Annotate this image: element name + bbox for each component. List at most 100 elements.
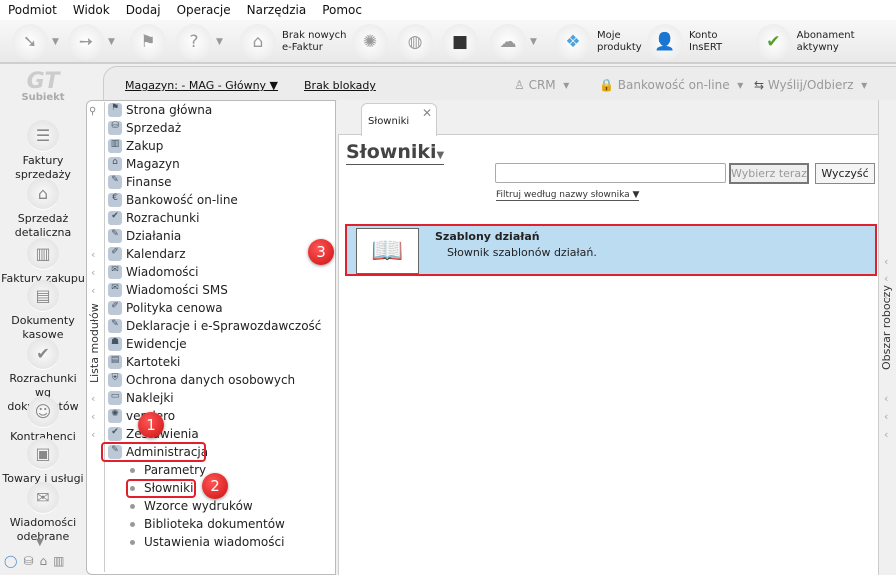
module-item[interactable]: ⌂ Magazyn	[108, 155, 180, 173]
search-input[interactable]	[495, 163, 726, 183]
module-item[interactable]: ▤ Kartoteki	[108, 353, 180, 371]
sync-button[interactable]: ✺	[352, 24, 388, 60]
banking-button[interactable]: 🔒 Bankowość on-line ▾	[599, 78, 743, 92]
module-list-label[interactable]: Lista modułów	[88, 303, 101, 383]
nav-wiadomosci[interactable]: ✉ Wiadomości odebrane	[0, 482, 86, 544]
submodule-item[interactable]: Parametry	[130, 461, 206, 479]
submodule-item[interactable]: Wzorce wydruków	[130, 497, 253, 515]
module-item[interactable]: ⚑ Strona główna	[108, 101, 212, 119]
message-icon: ✉	[27, 482, 59, 514]
module-icon: ⚑	[108, 103, 122, 117]
nav-towary[interactable]: ▣ Towary i usługi	[0, 438, 86, 486]
subscription-button[interactable]: ✔ Abonament aktywny	[756, 24, 896, 60]
module-item[interactable]: ⛁ Sprzedaż	[108, 119, 181, 137]
basket-icon[interactable]: ⌂	[40, 554, 48, 568]
submodule-item[interactable]: Biblioteka dokumentów	[130, 515, 285, 533]
nav-dokumenty-kasowe[interactable]: ▤ Dokumenty kasowe	[0, 280, 86, 342]
module-item[interactable]: ⛨ Ochrona danych osobowych	[108, 371, 295, 389]
module-item[interactable]: € Bankowość on-line	[108, 191, 238, 209]
crm-button[interactable]: ♙ CRM ▾	[514, 78, 569, 92]
module-label: Bankowość on-line	[126, 193, 238, 207]
docs-icon[interactable]: ▥	[53, 554, 64, 568]
module-item[interactable]: ✎ Działania	[108, 227, 181, 245]
ksef-button[interactable]: ⌂ Brak nowych e-Faktur	[240, 24, 346, 60]
module-item[interactable]: ▭ Naklejki	[108, 389, 174, 407]
expand-chevron-icon[interactable]: ‹	[884, 290, 888, 303]
module-item[interactable]: ✐ Polityka cenowa	[108, 299, 223, 317]
pin-icon[interactable]: ⚲	[89, 106, 96, 117]
annotation-box-slowniki	[126, 479, 196, 498]
module-label: Działania	[126, 229, 182, 243]
circle-icon[interactable]: ◯	[4, 554, 17, 568]
back-button[interactable]: ➘ ▼	[12, 24, 59, 60]
products-label: Moje	[597, 30, 621, 41]
scroll-down-icon[interactable]: ▼	[36, 537, 44, 548]
module-icon: ✐	[108, 301, 122, 315]
module-icon: ▥	[108, 139, 122, 153]
nav-faktury-sprzedazy[interactable]: ☰ Faktury sprzedaży	[0, 120, 86, 182]
module-item[interactable]: ✐ Kalendarz	[108, 245, 186, 263]
module-label: Naklejki	[126, 391, 174, 405]
menu-operacje[interactable]: Operacje	[169, 0, 239, 20]
page-title[interactable]: Słowniki▼	[346, 141, 445, 165]
expand-chevron-icon[interactable]: ‹	[884, 428, 888, 441]
expand-chevron-icon[interactable]: ‹	[884, 410, 888, 423]
nav-kontrahenci[interactable]: ☺ Kontrahenci	[0, 396, 86, 444]
module-item[interactable]: ✎ Finanse	[108, 173, 172, 191]
box-button[interactable]: ■	[442, 24, 478, 60]
account-label-2: InsERT	[689, 42, 723, 53]
menu-widok[interactable]: Widok	[65, 0, 118, 20]
module-label: Kartoteki	[126, 355, 181, 369]
filter-dropdown[interactable]: Filtruj według nazwy słownika ▼	[496, 190, 640, 201]
warehouse-selector[interactable]: Magazyn: - MAG - Główny ▼	[125, 79, 278, 92]
menu-podmiot[interactable]: Podmiot	[0, 0, 65, 20]
module-item[interactable]: ✉ Wiadomości	[108, 263, 198, 281]
module-icon: ✉	[108, 265, 122, 279]
menu-dodaj[interactable]: Dodaj	[118, 0, 169, 20]
my-products-button[interactable]: ❖ Moje produkty	[555, 24, 642, 60]
expand-chevron-icon[interactable]: ‹	[884, 255, 888, 268]
collapse-chevron-icon[interactable]: ‹	[91, 392, 95, 405]
send-receive-button[interactable]: ⇆ Wyślij/Odbierz ▾	[754, 78, 867, 92]
list-item[interactable]: 📖 Szablony działań Słownik szablonów dzi…	[345, 224, 877, 276]
nav-faktury-zakupu[interactable]: ▥ Faktury zakupu	[0, 238, 86, 286]
collapse-chevron-icon[interactable]: ‹	[91, 410, 95, 423]
help-button[interactable]: ? ▼	[176, 24, 223, 60]
globe-button[interactable]: ◍	[397, 24, 433, 60]
module-item[interactable]: ✉ Wiadomości SMS	[108, 281, 228, 299]
nav-sprzedaz-detaliczna[interactable]: ⌂ Sprzedaż detaliczna	[0, 178, 86, 240]
menu-narzedzia[interactable]: Narzędzia	[239, 0, 315, 20]
module-item[interactable]: ▥ Zakup	[108, 137, 163, 155]
products-icon: ❖	[555, 24, 591, 60]
module-label: Kalendarz	[126, 247, 186, 261]
collapse-chevron-icon[interactable]: ‹	[91, 284, 95, 297]
select-now-button[interactable]: Wybierz teraz	[729, 163, 809, 184]
menu-pomoc[interactable]: Pomoc	[314, 0, 370, 20]
lock-status-link[interactable]: Brak blokady	[304, 79, 376, 92]
module-icon: ✉	[108, 283, 122, 297]
crm-icon: ♙	[514, 78, 525, 92]
clear-button[interactable]: Wyczyść	[815, 163, 875, 184]
module-label: Wiadomości	[126, 265, 199, 279]
insert-account-button[interactable]: 👤 Konto InsERT	[647, 24, 722, 60]
expand-chevron-icon[interactable]: ‹	[884, 392, 888, 405]
module-item[interactable]: ✎ Deklaracje i e-Sprawozdawczość	[108, 317, 321, 335]
collapse-chevron-icon[interactable]: ‹	[91, 266, 95, 279]
forward-button[interactable]: ➙ ▼	[68, 24, 115, 60]
close-icon[interactable]: ✕	[422, 106, 432, 120]
module-label: Sprzedaż	[126, 121, 182, 135]
cloud-button[interactable]: ☁ ▼	[490, 24, 537, 60]
start-button[interactable]: ⚑	[130, 24, 166, 60]
module-icon: ✔	[108, 427, 122, 441]
module-item[interactable]: ☗ Ewidencje	[108, 335, 187, 353]
module-label: Deklaracje i e-Sprawozdawczość	[126, 319, 322, 333]
collapse-chevron-icon[interactable]: ‹	[91, 428, 95, 441]
collapse-chevron-icon[interactable]: ‹	[91, 248, 95, 261]
coins-icon[interactable]: ⛁	[23, 554, 33, 568]
bullet-icon	[130, 539, 135, 545]
module-item[interactable]: ✔ Rozrachunki	[108, 209, 199, 227]
tab-slowniki[interactable]: Słowniki ✕	[361, 103, 437, 136]
submodule-item[interactable]: Ustawienia wiadomości	[130, 533, 284, 551]
expand-chevron-icon[interactable]: ‹	[884, 272, 888, 285]
basket-icon: ⌂	[27, 178, 59, 210]
